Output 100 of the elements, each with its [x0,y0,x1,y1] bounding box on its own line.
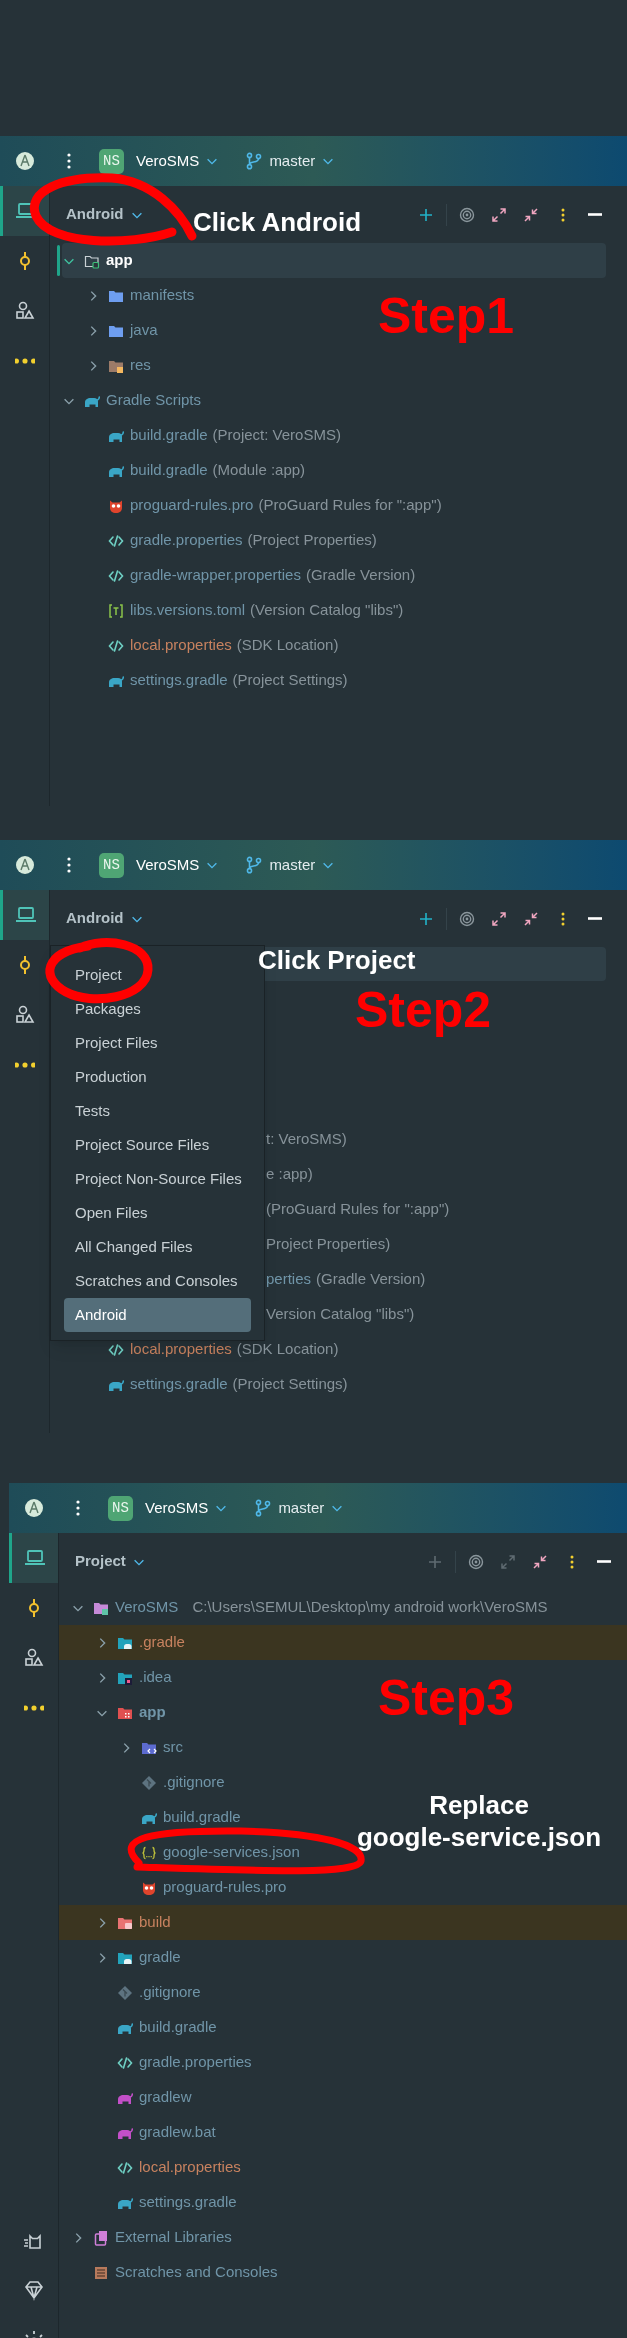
books-icon [93,2229,109,2246]
tree-item[interactable]: app [139,1701,166,1724]
branch-selector[interactable]: master [245,149,336,173]
tool-window-button[interactable] [9,1533,58,1583]
tree-item[interactable]: gradlew.bat [139,2121,216,2144]
tree-item[interactable]: res [130,354,151,377]
tree-item[interactable]: proguard-rules.pro [130,494,254,517]
step-label: Step1 [378,291,515,341]
target-icon [459,910,475,927]
code-icon [108,567,124,584]
item-detail: (Project Settings) [232,670,348,691]
menu-item[interactable]: Open Files [51,1196,264,1230]
add-icon [427,1553,443,1570]
menu-item[interactable]: Project Source Files [51,1128,264,1162]
minimize-icon [596,1560,612,1563]
minimize-icon [587,213,603,216]
menu-item[interactable]: Scratches and Consoles [51,1264,264,1298]
expand-icon [491,206,507,223]
tree-item[interactable]: java [130,319,158,342]
collapse-icon [532,1553,548,1570]
tree-item[interactable]: gradle.properties [130,529,243,552]
tree-item[interactable]: build.gradle [139,2016,217,2039]
tree-item[interactable]: Scratches and Consoles [115,2261,278,2284]
braces-icon [141,1844,157,1861]
code-icon [117,2159,133,2176]
item-detail: (Module :app) [212,460,306,481]
view-selector[interactable]: Project [75,1550,146,1573]
project-badge: NS [108,1495,133,1521]
menu-icon[interactable] [66,152,72,170]
tree-item[interactable]: app [106,249,133,272]
annotation-text: Click Project [258,944,416,976]
tree-item[interactable]: build.gradle [130,424,208,447]
code-icon [108,532,124,549]
tree-item[interactable]: .idea [139,1666,172,1689]
more-icon [23,1705,44,1711]
menu-item[interactable]: Tests [51,1094,264,1128]
annotation-text: Replace google-service.json [355,1789,603,1853]
menu-item[interactable]: Packages [51,992,264,1026]
tree-item[interactable]: perties [266,1268,312,1291]
tree-item[interactable]: build.gradle [130,459,208,482]
tree-item[interactable]: build.gradle [163,1806,241,1829]
notepad-icon [93,2264,109,2281]
tree-item[interactable]: settings.gradle [130,669,228,692]
menu-icon[interactable] [75,1499,81,1517]
tree-item[interactable]: .gitignore [139,1981,201,2004]
diamond-icon [141,1774,157,1791]
tree-item[interactable]: .gradle [139,1631,185,1654]
focus-marker [57,245,60,276]
item-detail: (Gradle Version) [316,1269,426,1290]
tree-item[interactable]: manifests [130,284,195,307]
target-icon [459,206,475,223]
workspace-dropdown[interactable]: VeroSMS [145,1496,229,1520]
tree-item[interactable]: local.properties [139,2156,241,2179]
code-icon [117,2054,133,2071]
item-detail: Project Properties) [266,1234,391,1255]
menu-item[interactable]: Project Non-Source Files [51,1162,264,1196]
menu-item[interactable]: Project Files [51,1026,264,1060]
tree-item[interactable]: local.properties [130,1338,232,1361]
tree-item[interactable]: libs.versions.toml [130,599,246,622]
workspace-dropdown[interactable]: VeroSMS [136,853,220,877]
tree-item[interactable]: build [139,1911,171,1934]
tree-item[interactable]: VeroSMS [115,1596,179,1619]
tree-item[interactable]: Gradle Scripts [106,389,202,412]
item-detail: (Project: VeroSMS) [212,425,341,446]
branch-icon [245,856,264,874]
tree-item[interactable]: .gitignore [163,1771,225,1794]
menu-item[interactable]: Production [51,1060,264,1094]
tool-window-button[interactable] [0,890,49,940]
menu-icon[interactable] [66,856,72,874]
tree-item[interactable]: proguard-rules.pro [163,1876,287,1899]
tree-item[interactable]: gradle-wrapper.properties [130,564,301,587]
branch-icon [254,1499,273,1517]
code-icon [108,1341,124,1358]
tree-item[interactable]: gradle.properties [139,2051,252,2074]
tree-item[interactable]: gradle [139,1946,181,1969]
branch-selector[interactable]: master [245,853,336,877]
collapse-icon [523,206,539,223]
item-detail: (ProGuard Rules for ":app") [258,495,442,516]
branch-selector[interactable]: master [254,1496,345,1520]
tree-item[interactable]: src [163,1736,183,1759]
tree-item[interactable]: settings.gradle [130,1373,228,1396]
tree-item[interactable]: External Libraries [115,2226,232,2249]
code-icon [108,637,124,654]
view-selector[interactable]: Android [66,907,144,930]
menu-item[interactable]: All Changed Files [51,1230,264,1264]
tree-item[interactable]: local.properties [130,634,232,657]
add-icon [418,206,434,223]
tree-item[interactable]: settings.gradle [139,2191,237,2214]
item-detail: (Project Properties) [247,530,377,551]
item-detail: e :app) [266,1164,313,1185]
add-icon [418,910,434,927]
workspace-dropdown[interactable]: VeroSMS [136,149,220,173]
menu-item[interactable]: Android [64,1298,251,1332]
tree-item[interactable]: google-services.json [163,1841,300,1864]
project-badge: NS [99,148,124,174]
expand-icon [500,1553,516,1570]
tree-item[interactable]: gradlew [139,2086,192,2109]
target-icon [468,1553,484,1570]
item-detail: (ProGuard Rules for ":app") [266,1199,450,1220]
view-selector[interactable]: Android [66,203,144,226]
